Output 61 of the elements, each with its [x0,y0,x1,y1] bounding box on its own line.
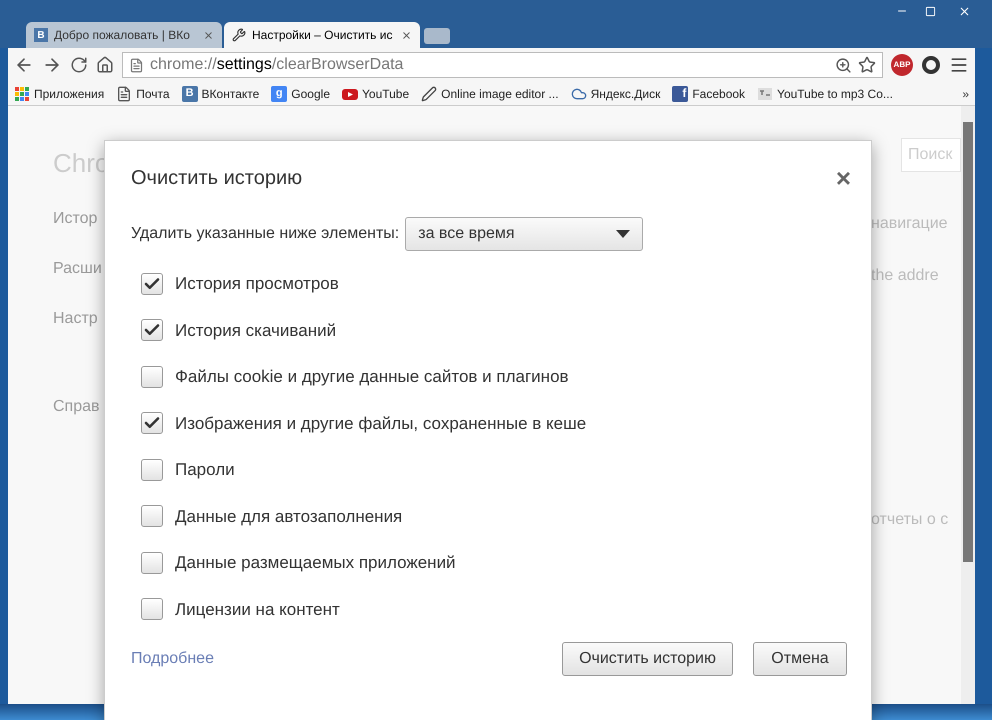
address-bar[interactable]: chrome://settings/clearBrowserData [122,52,883,78]
zoom-icon[interactable] [835,56,852,74]
body-text: отчеты о с [871,510,950,530]
stop-sign-icon[interactable]: ABP [891,54,913,76]
checkbox[interactable] [141,598,163,620]
option-label: Лицензии на контент [175,598,340,620]
dialog-button[interactable]: Отмена [753,642,847,676]
bookmark-item[interactable]: Приложения [14,84,104,102]
wrench-icon [232,28,246,42]
letter-g-icon: g [271,86,288,102]
pen-icon [421,86,438,102]
details-link[interactable]: Подробнее [131,647,214,671]
body-text: the addre [871,266,940,286]
apps-grid-icon [14,86,30,102]
cloud-icon [570,86,587,102]
checkbox[interactable] [141,319,163,342]
option-label: Файлы cookie и другие данные сайтов и плагинов [175,366,569,388]
checkbox[interactable] [141,272,163,295]
close-tab-icon[interactable] [203,30,214,40]
dialog-title: Очистить историю [131,166,302,191]
browser-tab[interactable]: B Добро пожаловать | ВКо [26,22,222,48]
checkbox[interactable] [141,552,163,574]
bookmark-item[interactable]: Почта [116,84,170,102]
checkbox[interactable] [141,366,163,388]
letter-f-icon: f [672,86,688,102]
page-icon [116,86,132,102]
bookmark-item[interactable]: YouTube [342,84,410,102]
bookmark-item[interactable]: f Facebook [672,84,746,102]
close-tab-icon[interactable] [401,30,412,40]
option-label: Пароли [175,459,235,481]
browser-tab[interactable]: Настройки – Очистить ис [224,22,420,48]
maximize-icon [924,6,936,16]
option-label: Данные размещаемых приложений [175,552,456,574]
bookmark-item[interactable]: YouTube to mp3 Co... [757,84,893,102]
letter-b-icon: B [34,28,48,42]
reload-icon[interactable] [70,56,88,74]
star-icon[interactable] [858,56,876,74]
ring-icon[interactable] [921,55,941,75]
time-range-dropdown[interactable]: за все время [405,217,644,251]
url-text: chrome://settings/clearBrowserData [150,55,404,75]
bookmark-item[interactable]: g Google [271,84,330,102]
page-icon [129,58,144,72]
letter-b-icon: B [182,86,198,102]
dialog-button[interactable]: Очистить историю [562,642,733,676]
option-label: Данные для автозаполнения [175,506,402,528]
bookmark-item[interactable]: Online image editor ... [421,84,559,102]
range-label: Удалить указанные ниже элементы: [131,224,400,244]
checkbox[interactable] [141,412,163,434]
body-text: навигацие [871,214,949,234]
dropdown-arrow-icon [616,230,630,238]
more-bookmarks-button[interactable]: » [962,84,969,102]
bookmark-item[interactable]: Яндекс.Диск [570,84,660,102]
checkbox[interactable] [141,458,163,481]
home-icon[interactable] [96,56,114,74]
bookmark-item[interactable]: B ВКонтакте [182,84,260,102]
close-icon [958,4,970,18]
option-label: Изображения и другие файлы, сохраненные в кеше [175,412,586,434]
close-button[interactable]: × [836,165,851,191]
option-label: История просмотров [175,273,339,295]
checkbox[interactable] [141,505,163,528]
option-label: История скачиваний [175,320,336,342]
